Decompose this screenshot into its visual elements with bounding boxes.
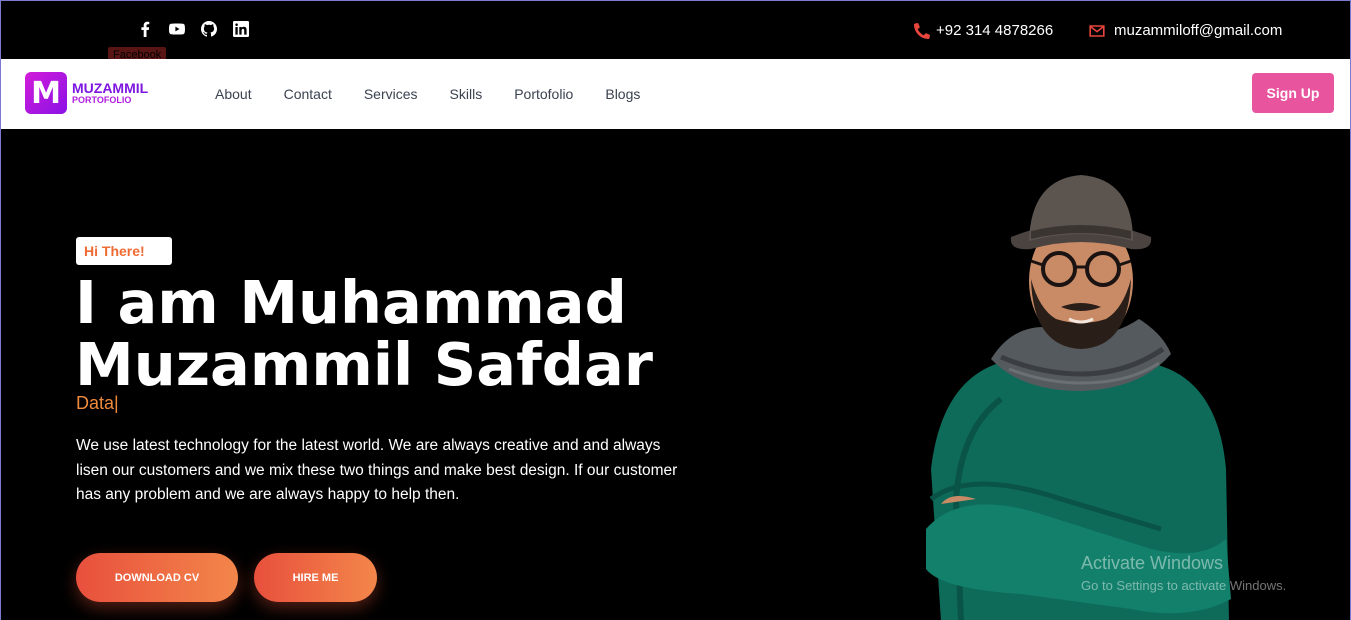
watermark-line2: Go to Settings to activate Windows. (1081, 578, 1287, 593)
headline-line1: I am Muhammad (75, 268, 627, 337)
email-contact[interactable]: muzammiloff@gmail.com (1089, 22, 1282, 39)
logo-line2: PORTOFOLIO (72, 95, 132, 105)
phone-icon (914, 22, 930, 39)
social-links (137, 21, 249, 37)
typed-text: Data (76, 393, 115, 413)
youtube-icon[interactable] (169, 21, 185, 37)
logo-mark: M (25, 72, 67, 114)
facebook-icon[interactable] (137, 21, 153, 37)
typing-caret: | (114, 393, 119, 413)
nav-about[interactable]: About (215, 86, 252, 102)
nav-contact[interactable]: Contact (284, 86, 332, 102)
logo-line1: MUZAMMIL (72, 80, 149, 96)
watermark-line1: Activate Windows (1081, 553, 1224, 573)
logo-letter: M (31, 75, 61, 111)
hire-me-button[interactable]: HIRE ME (254, 553, 377, 602)
nav-blogs[interactable]: Blogs (605, 86, 640, 102)
typed-role-text: Data| (76, 393, 119, 414)
logo-text: MUZAMMIL PORTOFOLIO (72, 81, 148, 105)
nav-links: About Contact Services Skills Portofolio… (215, 86, 672, 102)
phone-contact[interactable]: +92 314 4878266 (914, 22, 1053, 39)
navbar: M MUZAMMIL PORTOFOLIO About Contact Serv… (1, 59, 1350, 129)
download-cv-button[interactable]: DOWNLOAD CV (76, 553, 238, 602)
nav-services[interactable]: Services (364, 86, 418, 102)
sign-up-button[interactable]: Sign Up (1252, 73, 1334, 113)
phone-number: +92 314 4878266 (936, 22, 1054, 39)
hero-intro: We use latest technology for the latest … (76, 437, 678, 503)
linkedin-icon[interactable] (233, 21, 249, 37)
nav-skills[interactable]: Skills (450, 86, 483, 102)
hero-headline: I am Muhammad Muzammil Safdar (75, 272, 653, 396)
page: Facebook +92 314 4878266 muzammiloff@gma… (0, 0, 1351, 620)
hero-section: Hi There! I am Muhammad Muzammil Safdar … (1, 129, 1350, 620)
github-icon[interactable] (201, 21, 217, 37)
email-address: muzammiloff@gmail.com (1114, 22, 1283, 39)
headline-line2: Muzammil Safdar (75, 330, 653, 399)
envelope-icon (1089, 24, 1105, 37)
logo[interactable]: M MUZAMMIL PORTOFOLIO (25, 72, 148, 114)
hi-there-badge: Hi There! (76, 237, 172, 265)
top-bar: Facebook +92 314 4878266 muzammiloff@gma… (1, 1, 1350, 63)
activate-windows-watermark: Activate Windows Go to Settings to activ… (1081, 553, 1286, 593)
nav-portofolio[interactable]: Portofolio (514, 86, 573, 102)
